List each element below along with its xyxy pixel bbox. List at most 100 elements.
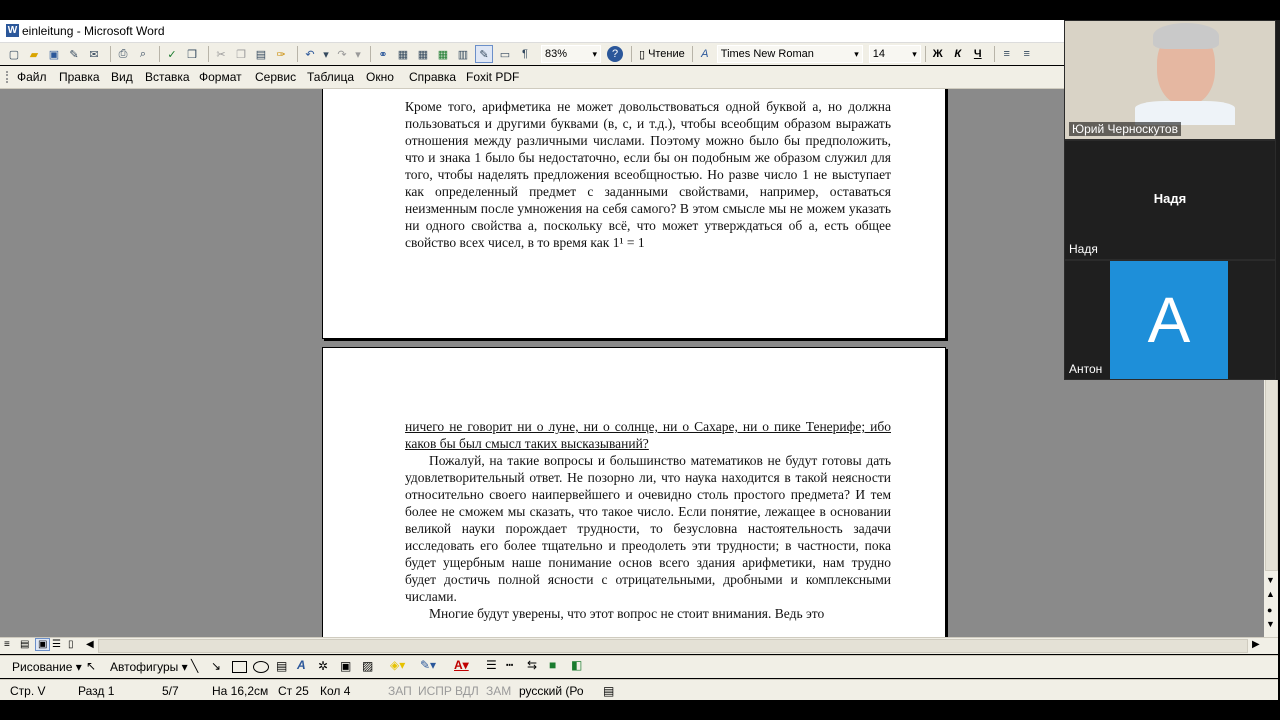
print-icon[interactable]: ⎙	[115, 46, 131, 62]
open-folder-icon[interactable]: ▰	[26, 46, 42, 62]
menu-window[interactable]: Окно	[366, 70, 394, 84]
drawing-label: Рисование	[12, 660, 73, 674]
undo-dropdown-icon[interactable]: ▾	[322, 46, 330, 62]
spelling-icon[interactable]: ✓	[164, 46, 180, 62]
menu-help[interactable]: Справка	[409, 70, 456, 84]
line-style-icon[interactable]: ☰	[486, 658, 497, 672]
oval-icon[interactable]	[253, 661, 269, 673]
reading-view-icon[interactable]: ▯	[68, 639, 74, 650]
undo-icon[interactable]: ↶	[302, 46, 318, 62]
research-icon[interactable]: ❒	[184, 46, 200, 62]
participant-name: Антон	[1069, 362, 1103, 376]
document-map-icon[interactable]: ▭	[497, 46, 513, 62]
document-page-1[interactable]: Кроме того, арифметика не может довольст…	[322, 89, 946, 339]
new-document-icon[interactable]: ▢	[6, 46, 22, 62]
scroll-right-icon[interactable]: ▶	[1252, 639, 1260, 650]
chevron-down-icon: ▾	[854, 48, 859, 59]
cut-icon[interactable]: ✂	[213, 46, 229, 62]
participant-video	[1135, 21, 1235, 125]
next-page-icon[interactable]: ▼	[1266, 619, 1275, 629]
shadow-icon[interactable]: ■	[549, 658, 556, 672]
redo-dropdown-icon[interactable]: ▾	[354, 46, 362, 62]
italic-button[interactable]: К	[950, 46, 966, 62]
print-preview-icon[interactable]: ⌕	[135, 46, 151, 62]
reading-mode-button[interactable]: ▯ Чтение	[636, 46, 688, 62]
insert-excel-icon[interactable]: ▦	[435, 46, 451, 62]
web-view-icon[interactable]: ▤	[20, 639, 29, 650]
arrow-icon[interactable]: ↘	[211, 659, 221, 673]
wordart-icon[interactable]: A	[297, 658, 306, 672]
bold-button[interactable]: Ж	[930, 46, 946, 62]
arrow-style-icon[interactable]: ⇆	[527, 658, 537, 672]
underline-button[interactable]: Ч	[970, 46, 986, 62]
status-extend[interactable]: ВДЛ	[455, 684, 479, 698]
3d-style-icon[interactable]: ◧	[571, 658, 582, 672]
menu-edit[interactable]: Правка	[59, 70, 100, 84]
diagram-icon[interactable]: ✲	[318, 659, 328, 673]
align-left-icon[interactable]: ≡	[999, 46, 1015, 62]
print-layout-icon[interactable]: ▣	[35, 638, 51, 651]
menu-table[interactable]: Таблица	[307, 70, 354, 84]
drawing-toolbar: Рисование ▾ ↖ Автофигуры ▾ ╲ ↘ ▤ A ✲ ▣ ▨…	[0, 655, 1278, 678]
chevron-down-icon: ▾	[592, 48, 597, 59]
status-page: Стр. V	[10, 684, 46, 698]
horizontal-scroll-thumb[interactable]	[98, 639, 1248, 653]
zoom-value: 83%	[545, 48, 568, 60]
permission-icon[interactable]: ✎	[66, 46, 82, 62]
styles-icon[interactable]: A	[697, 46, 713, 62]
help-icon[interactable]: ?	[607, 46, 623, 62]
participant-tile-1[interactable]: Юрий Черноскутов	[1064, 20, 1276, 140]
insert-table-icon[interactable]: ▦	[415, 46, 431, 62]
line-color-icon[interactable]: ✎▾	[420, 658, 436, 672]
fill-color-icon[interactable]: ◈▾	[390, 658, 405, 672]
drawing-menu[interactable]: Рисование ▾	[12, 660, 82, 674]
prev-page-icon[interactable]: ▲	[1266, 589, 1275, 599]
participant-name: Юрий Черноскутов	[1069, 122, 1181, 136]
font-name-select[interactable]: Times New Roman ▾	[716, 45, 863, 63]
outline-view-icon[interactable]: ☰	[52, 639, 61, 650]
participant-tile-2[interactable]: Надя Надя	[1064, 140, 1276, 260]
select-objects-icon[interactable]: ↖	[86, 659, 96, 673]
save-icon[interactable]: ▣	[46, 46, 62, 62]
menu-insert[interactable]: Вставка	[145, 70, 190, 84]
font-name-value: Times New Roman	[720, 48, 814, 60]
scroll-left-icon[interactable]: ◀	[86, 639, 94, 650]
status-track-changes[interactable]: ИСПР	[418, 684, 452, 698]
menu-foxit-pdf[interactable]: Foxit PDF	[466, 70, 519, 84]
drawing-toggle-icon[interactable]: ✎	[475, 45, 493, 63]
email-icon[interactable]: ✉	[86, 46, 102, 62]
menu-file[interactable]: Файл	[17, 70, 47, 84]
insert-picture-icon[interactable]: ▨	[362, 659, 373, 673]
dash-style-icon[interactable]: ┅	[506, 658, 513, 672]
document-page-2[interactable]: ничего не говорит ни о луне, ни о солнце…	[322, 347, 946, 637]
status-overtype[interactable]: ЗАМ	[486, 684, 511, 698]
line-icon[interactable]: ╲	[191, 659, 198, 673]
autoshapes-menu[interactable]: Автофигуры ▾	[110, 660, 188, 674]
page1-paragraph: Кроме того, арифметика не может довольст…	[405, 99, 891, 250]
browse-object-icon[interactable]: ●	[1267, 605, 1272, 615]
clipart-icon[interactable]: ▣	[340, 659, 351, 673]
scroll-down-icon[interactable]: ▼	[1266, 575, 1275, 585]
hyperlink-icon[interactable]: ⚭	[375, 46, 391, 62]
paste-icon[interactable]: ▤	[253, 46, 269, 62]
status-record[interactable]: ЗАП	[388, 684, 412, 698]
show-formatting-icon[interactable]: ¶	[517, 46, 533, 62]
menu-tools[interactable]: Сервис	[255, 70, 296, 84]
zoom-select[interactable]: 83% ▾	[541, 45, 601, 63]
font-color-icon[interactable]: A▾	[454, 658, 469, 672]
textbox-icon[interactable]: ▤	[276, 659, 287, 673]
tables-borders-icon[interactable]: ▦	[395, 46, 411, 62]
normal-view-icon[interactable]: ≡	[4, 639, 10, 650]
participant-tile-3[interactable]: A Антон	[1064, 260, 1276, 380]
rectangle-icon[interactable]	[232, 661, 247, 673]
format-painter-icon[interactable]: ✑	[273, 46, 289, 62]
align-center-icon[interactable]: ≡	[1019, 46, 1035, 62]
menu-format[interactable]: Формат	[199, 70, 242, 84]
menu-view[interactable]: Вид	[111, 70, 133, 84]
status-column: Кол 4	[320, 684, 351, 698]
spelling-status-icon[interactable]: ▤	[603, 684, 614, 698]
font-size-select[interactable]: 14 ▾	[868, 45, 921, 63]
redo-icon[interactable]: ↷	[334, 46, 350, 62]
copy-icon[interactable]: ❐	[233, 46, 249, 62]
columns-icon[interactable]: ▥	[455, 46, 471, 62]
